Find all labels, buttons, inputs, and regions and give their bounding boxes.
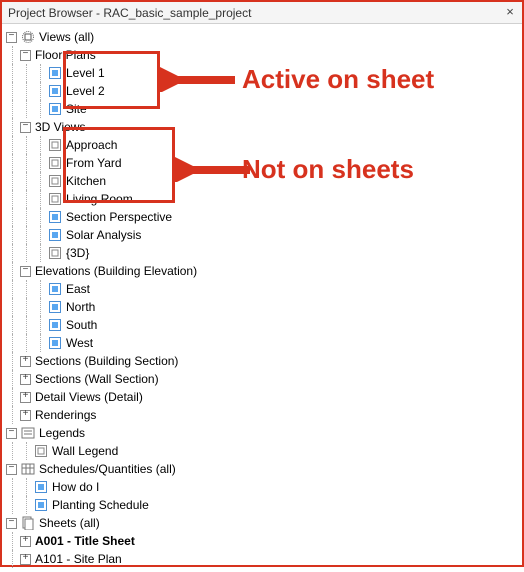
tree-item[interactable]: East [66,282,90,296]
expand-icon[interactable]: + [20,554,31,565]
tree-item[interactable]: Renderings [35,408,96,422]
view-empty-icon [48,156,62,170]
sheets-icon [21,516,35,530]
tree-item-legends[interactable]: Legends [39,426,85,440]
view-filled-icon [48,210,62,224]
collapse-icon[interactable]: − [20,122,31,133]
view-filled-icon [48,102,62,116]
titlebar: Project Browser - RAC_basic_sample_proje… [2,2,522,24]
tree-item[interactable]: Approach [66,138,117,152]
collapse-icon[interactable]: − [6,518,17,529]
tree-item[interactable]: Section Perspective [66,210,172,224]
collapse-icon[interactable]: − [6,32,17,43]
tree-item[interactable]: Living Room [66,192,133,206]
view-filled-icon [34,480,48,494]
tree-item[interactable]: From Yard [66,156,122,170]
view-empty-icon [48,192,62,206]
view-filled-icon [48,228,62,242]
view-empty-icon [34,444,48,458]
collapse-icon[interactable]: − [20,266,31,277]
close-icon[interactable]: × [502,4,518,20]
expand-icon[interactable]: + [20,392,31,403]
tree-item[interactable]: Site [66,102,87,116]
expand-icon[interactable]: + [20,536,31,547]
tree-item[interactable]: {3D} [66,246,89,260]
expand-icon[interactable]: + [20,356,31,367]
collapse-icon[interactable]: − [6,428,17,439]
view-filled-icon [34,498,48,512]
tree-item-schedules[interactable]: Schedules/Quantities (all) [39,462,176,476]
collapse-icon[interactable]: − [20,50,31,61]
tree-item[interactable]: Level 1 [66,66,105,80]
view-filled-icon [48,282,62,296]
view-filled-icon [48,336,62,350]
view-filled-icon [48,84,62,98]
tree-item-sheet[interactable]: A001 - Title Sheet [35,534,135,548]
tree-item[interactable]: Sections (Wall Section) [35,372,159,386]
view-empty-icon [48,138,62,152]
tree-item[interactable]: West [66,336,93,350]
window-title: Project Browser - RAC_basic_sample_proje… [8,6,251,20]
tree-item[interactable]: Planting Schedule [52,498,149,512]
view-empty-icon [48,246,62,260]
collapse-icon[interactable]: − [6,464,17,475]
tree-item[interactable]: Solar Analysis [66,228,141,242]
view-empty-icon [48,174,62,188]
tree-item-views[interactable]: Views (all) [39,30,94,44]
tree: − Views (all) − Floor Plans Level 1 Leve… [2,24,522,572]
tree-item[interactable]: Wall Legend [52,444,118,458]
view-filled-icon [48,66,62,80]
tree-item[interactable]: Sections (Building Section) [35,354,178,368]
view-filled-icon [48,300,62,314]
schedules-icon [21,462,35,476]
tree-item-elevations[interactable]: Elevations (Building Elevation) [35,264,197,278]
legends-icon [21,426,35,440]
tree-item-sheets[interactable]: Sheets (all) [39,516,100,530]
tree-item[interactable]: Level 2 [66,84,105,98]
views-icon [21,30,35,44]
view-filled-icon [48,318,62,332]
tree-item[interactable]: North [66,300,95,314]
expand-icon[interactable]: + [20,410,31,421]
tree-item[interactable]: Detail Views (Detail) [35,390,143,404]
tree-item-sheet[interactable]: A101 - Site Plan [35,552,122,566]
expand-icon[interactable]: + [20,374,31,385]
tree-item[interactable]: South [66,318,97,332]
tree-item-3dviews[interactable]: 3D Views [35,120,85,134]
tree-item[interactable]: How do I [52,480,99,494]
tree-item[interactable]: Kitchen [66,174,106,188]
tree-item-floorplans[interactable]: Floor Plans [35,48,96,62]
